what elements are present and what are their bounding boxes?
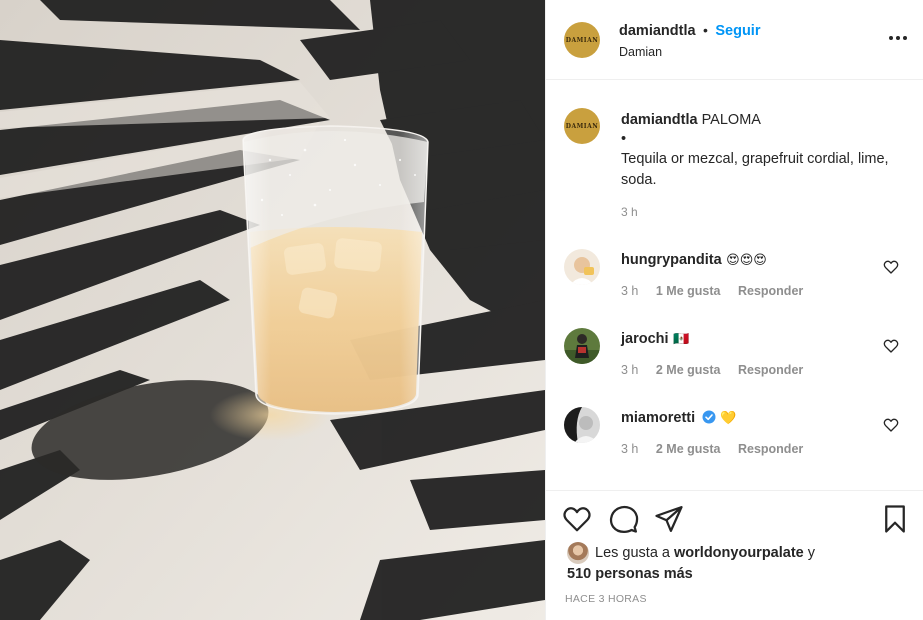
comment-username[interactable]: jarochi (621, 331, 669, 347)
comment-like-heart-icon[interactable] (883, 338, 899, 354)
caption-body: Tequila or mezcal, grapefruit cordial, l… (621, 151, 889, 188)
post-photo[interactable] (0, 0, 545, 620)
avatar-hungrypandita-icon (564, 249, 600, 285)
liker-username[interactable]: worldonyourpalate (674, 545, 804, 561)
caption-time: 3 h (621, 205, 638, 219)
avatar-jarochi-icon (564, 328, 600, 364)
comment-avatar[interactable] (564, 249, 600, 285)
comment-item: jarochi 🇲🇽 3 h 2 Me gusta Responder (564, 328, 909, 388)
header-username[interactable]: damiandtla (619, 23, 696, 39)
comment-time: 3 h (621, 442, 639, 456)
comment-text: 🇲🇽 (673, 331, 690, 346)
comment-item: miamoretti 💛 3 h 2 Me gusta Responder (564, 407, 909, 467)
reply-button[interactable]: Responder (738, 442, 803, 456)
likes-others[interactable]: 510 personas más (567, 566, 693, 582)
post-timestamp: HACE 3 HORAS (565, 593, 647, 605)
comment-body: miamoretti 💛 3 h 2 Me gusta Responder (621, 409, 817, 456)
post-header: DAMIAN damiandtla • Seguir Damian (546, 0, 923, 80)
comment-username[interactable]: miamoretti (621, 410, 695, 426)
liker-avatar[interactable] (567, 542, 589, 564)
reply-button[interactable]: Responder (738, 363, 803, 377)
bookmark-icon[interactable] (880, 504, 910, 534)
comment-icon[interactable] (609, 504, 639, 534)
comment-like-heart-icon[interactable] (883, 417, 899, 433)
caption-first-line: damiandtla PALOMA (621, 110, 911, 131)
follow-button[interactable]: Seguir (715, 23, 760, 39)
caption: damiandtla PALOMA • Tequila or mezcal, g… (621, 110, 911, 219)
verified-badge-icon (702, 410, 716, 424)
comment-body: jarochi 🇲🇽 3 h 2 Me gusta Responder (621, 330, 817, 377)
caption-title: PALOMA (701, 112, 761, 128)
comment-like-heart-icon[interactable] (883, 259, 899, 275)
cocktail-photo-illustration (0, 0, 545, 620)
caption-avatar[interactable]: DAMIAN (564, 108, 600, 144)
caption-avatar-text: DAMIAN (565, 122, 599, 130)
likes-conj: y (807, 544, 816, 561)
comment-body: hungrypandita 😍😍😍 3 h 1 Me gusta Respond… (621, 251, 817, 298)
more-horizontal-icon[interactable] (888, 30, 908, 46)
avatar[interactable]: DAMIAN (564, 22, 600, 58)
comment-avatar[interactable] (564, 328, 600, 364)
header-separator: • (703, 22, 708, 38)
caption-username[interactable]: damiandtla (621, 112, 698, 128)
comment-avatar[interactable] (564, 407, 600, 443)
send-icon[interactable] (654, 504, 684, 534)
post-actions: Les gusta a worldonyourpalate y 510 pers… (546, 490, 923, 620)
caption-bullet: • (621, 131, 627, 147)
comment-meta: 3 h 1 Me gusta Responder (621, 284, 817, 298)
comment-likes[interactable]: 2 Me gusta (656, 442, 721, 456)
comment-likes[interactable]: 2 Me gusta (656, 363, 721, 377)
post-panel: DAMIAN damiandtla • Seguir Damian DAMIAN… (545, 0, 923, 620)
likes-prefix: Les gusta a (595, 544, 670, 561)
comment-likes[interactable]: 1 Me gusta (656, 284, 721, 298)
comment-time: 3 h (621, 284, 639, 298)
comment-username[interactable]: hungrypandita (621, 252, 722, 268)
header-user-line: damiandtla • Seguir (619, 22, 760, 40)
header-display-name: Damian (619, 45, 663, 59)
likes-summary: Les gusta a worldonyourpalate y 510 pers… (567, 542, 912, 585)
comment-time: 3 h (621, 363, 639, 377)
avatar-text: DAMIAN (565, 36, 599, 44)
comment-text: 😍😍😍 (726, 252, 767, 267)
comment-meta: 3 h 2 Me gusta Responder (621, 363, 817, 377)
reply-button[interactable]: Responder (738, 284, 803, 298)
heart-icon[interactable] (562, 504, 592, 534)
comment-text: 💛 (720, 410, 737, 425)
comment-meta: 3 h 2 Me gusta Responder (621, 442, 817, 456)
comment-item: hungrypandita 😍😍😍 3 h 1 Me gusta Respond… (564, 249, 909, 309)
avatar-miamoretti-icon (564, 407, 600, 443)
